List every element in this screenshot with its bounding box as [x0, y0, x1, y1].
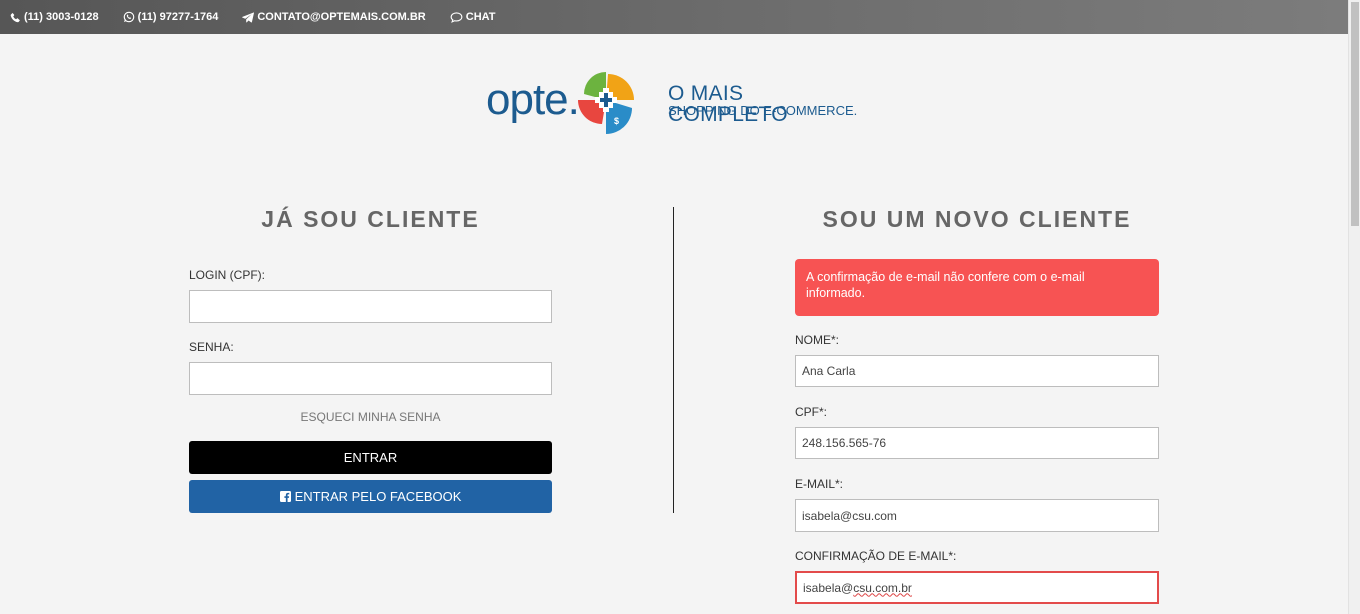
logo-pinwheel-icon: $: [578, 72, 634, 134]
password-input[interactable]: [189, 362, 552, 395]
paper-plane-icon: [242, 11, 255, 22]
email-confirm-input[interactable]: isabela@ csu.com.br: [795, 571, 1159, 604]
chat-text: CHAT: [465, 11, 496, 23]
login-cpf-label: LOGIN (CPF):: [189, 268, 266, 282]
chat-bubble-icon: [450, 11, 463, 23]
cpf-label: CPF*:: [795, 405, 828, 419]
whatsapp-icon: [123, 11, 134, 23]
whatsapp-text: (11) 97277-1764: [137, 11, 219, 23]
phone-icon: [10, 12, 20, 22]
facebook-login-button[interactable]: ENTRAR PELO FACEBOOK: [189, 480, 552, 513]
cpf-input[interactable]: 248.156.565-76: [795, 427, 1159, 459]
email-mismatch-alert: A confirmação de e-mail não confere com …: [795, 259, 1159, 316]
name-input[interactable]: Ana Carla: [795, 355, 1159, 387]
register-section-title: SOU UM NOVO CLIENTE: [822, 206, 1132, 232]
login-button-label: ENTRAR: [343, 450, 398, 465]
name-label: NOME*:: [795, 333, 840, 347]
login-section-title: JÁ SOU CLIENTE: [261, 206, 480, 232]
phone-link[interactable]: (11) 3003-0128: [10, 11, 99, 23]
email-confirm-label: CONFIRMAÇÃO DE E-MAIL*:: [795, 549, 957, 563]
brand-logo[interactable]: opte. $ O MAIS COMPLETO SHOPPING DO E-CO…: [486, 62, 866, 140]
forgot-password-link[interactable]: ESQUECI MINHA SENHA: [189, 410, 552, 424]
email-input[interactable]: isabela@csu.com: [795, 499, 1159, 532]
email-confirm-value-domain: csu.com.br: [853, 580, 912, 595]
svg-text:$: $: [614, 116, 619, 126]
column-divider: [673, 207, 674, 513]
chat-link[interactable]: CHAT: [450, 11, 496, 23]
top-contact-bar: (11) 3003-0128 (11) 97277-1764 CONTATO@O…: [0, 0, 1348, 34]
password-label: SENHA:: [189, 340, 234, 354]
logo-tagline-sub: SHOPPING DO E-COMMERCE.: [668, 103, 858, 118]
phone-text: (11) 3003-0128: [24, 11, 99, 23]
email-confirm-value-prefix: isabela@: [803, 580, 854, 595]
facebook-button-label: ENTRAR PELO FACEBOOK: [294, 489, 462, 504]
facebook-icon: [279, 491, 291, 502]
login-button[interactable]: ENTRAR: [189, 441, 552, 474]
email-link[interactable]: CONTATO@OPTEMAIS.COM.BR: [242, 11, 426, 23]
login-cpf-input[interactable]: [189, 290, 552, 323]
scrollbar-thumb[interactable]: [1351, 2, 1359, 226]
email-label: E-MAIL*:: [795, 477, 844, 491]
logo-wordmark: opte.: [486, 75, 580, 124]
whatsapp-link[interactable]: (11) 97277-1764: [123, 11, 219, 23]
email-text: CONTATO@OPTEMAIS.COM.BR: [257, 11, 426, 23]
page-scrollbar[interactable]: [1348, 0, 1360, 614]
